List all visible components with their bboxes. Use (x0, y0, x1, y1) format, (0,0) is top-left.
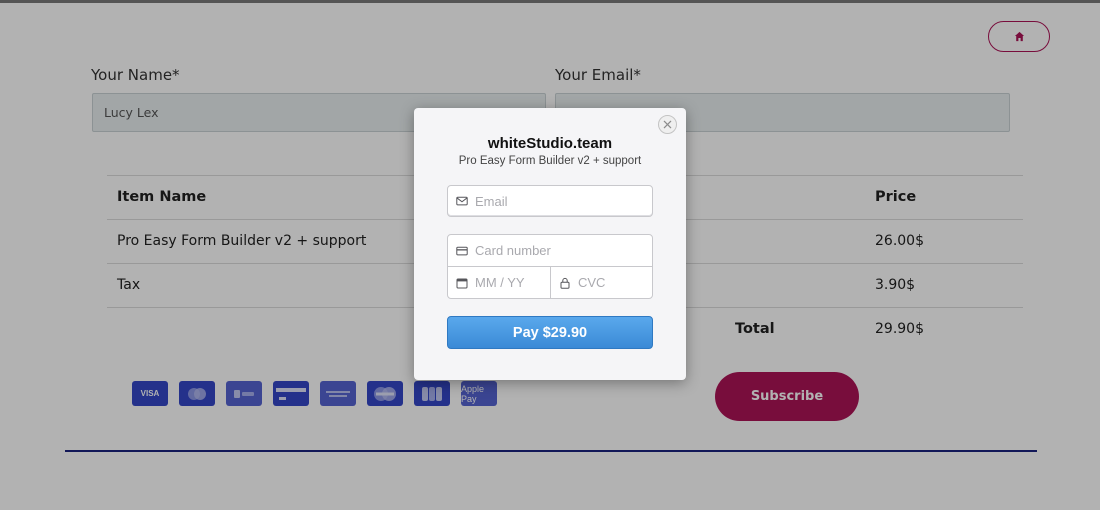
dialog-title: whiteStudio.team (487, 135, 613, 152)
email-placeholder: Email (475, 193, 508, 209)
close-icon (663, 120, 672, 129)
checkout-email-field[interactable]: Email (447, 185, 653, 217)
credit-card-icon (456, 246, 468, 255)
card-number-field[interactable]: Card number (447, 234, 653, 267)
lock-icon (560, 277, 570, 289)
envelope-icon (456, 196, 468, 206)
dialog-subtitle: Pro Easy Form Builder v2 + support (458, 155, 642, 167)
close-button[interactable] (658, 115, 677, 134)
checkout-dialog: whiteStudio.team Pro Easy Form Builder v… (414, 108, 686, 380)
expiry-field[interactable]: MM / YY (447, 266, 551, 299)
cvc-field[interactable]: CVC (550, 266, 653, 299)
cvc-placeholder: CVC (578, 275, 606, 290)
calendar-icon (456, 278, 468, 288)
expiry-placeholder: MM / YY (475, 275, 525, 290)
card-number-placeholder: Card number (475, 243, 551, 258)
pay-button[interactable]: Pay $29.90 (447, 316, 653, 349)
